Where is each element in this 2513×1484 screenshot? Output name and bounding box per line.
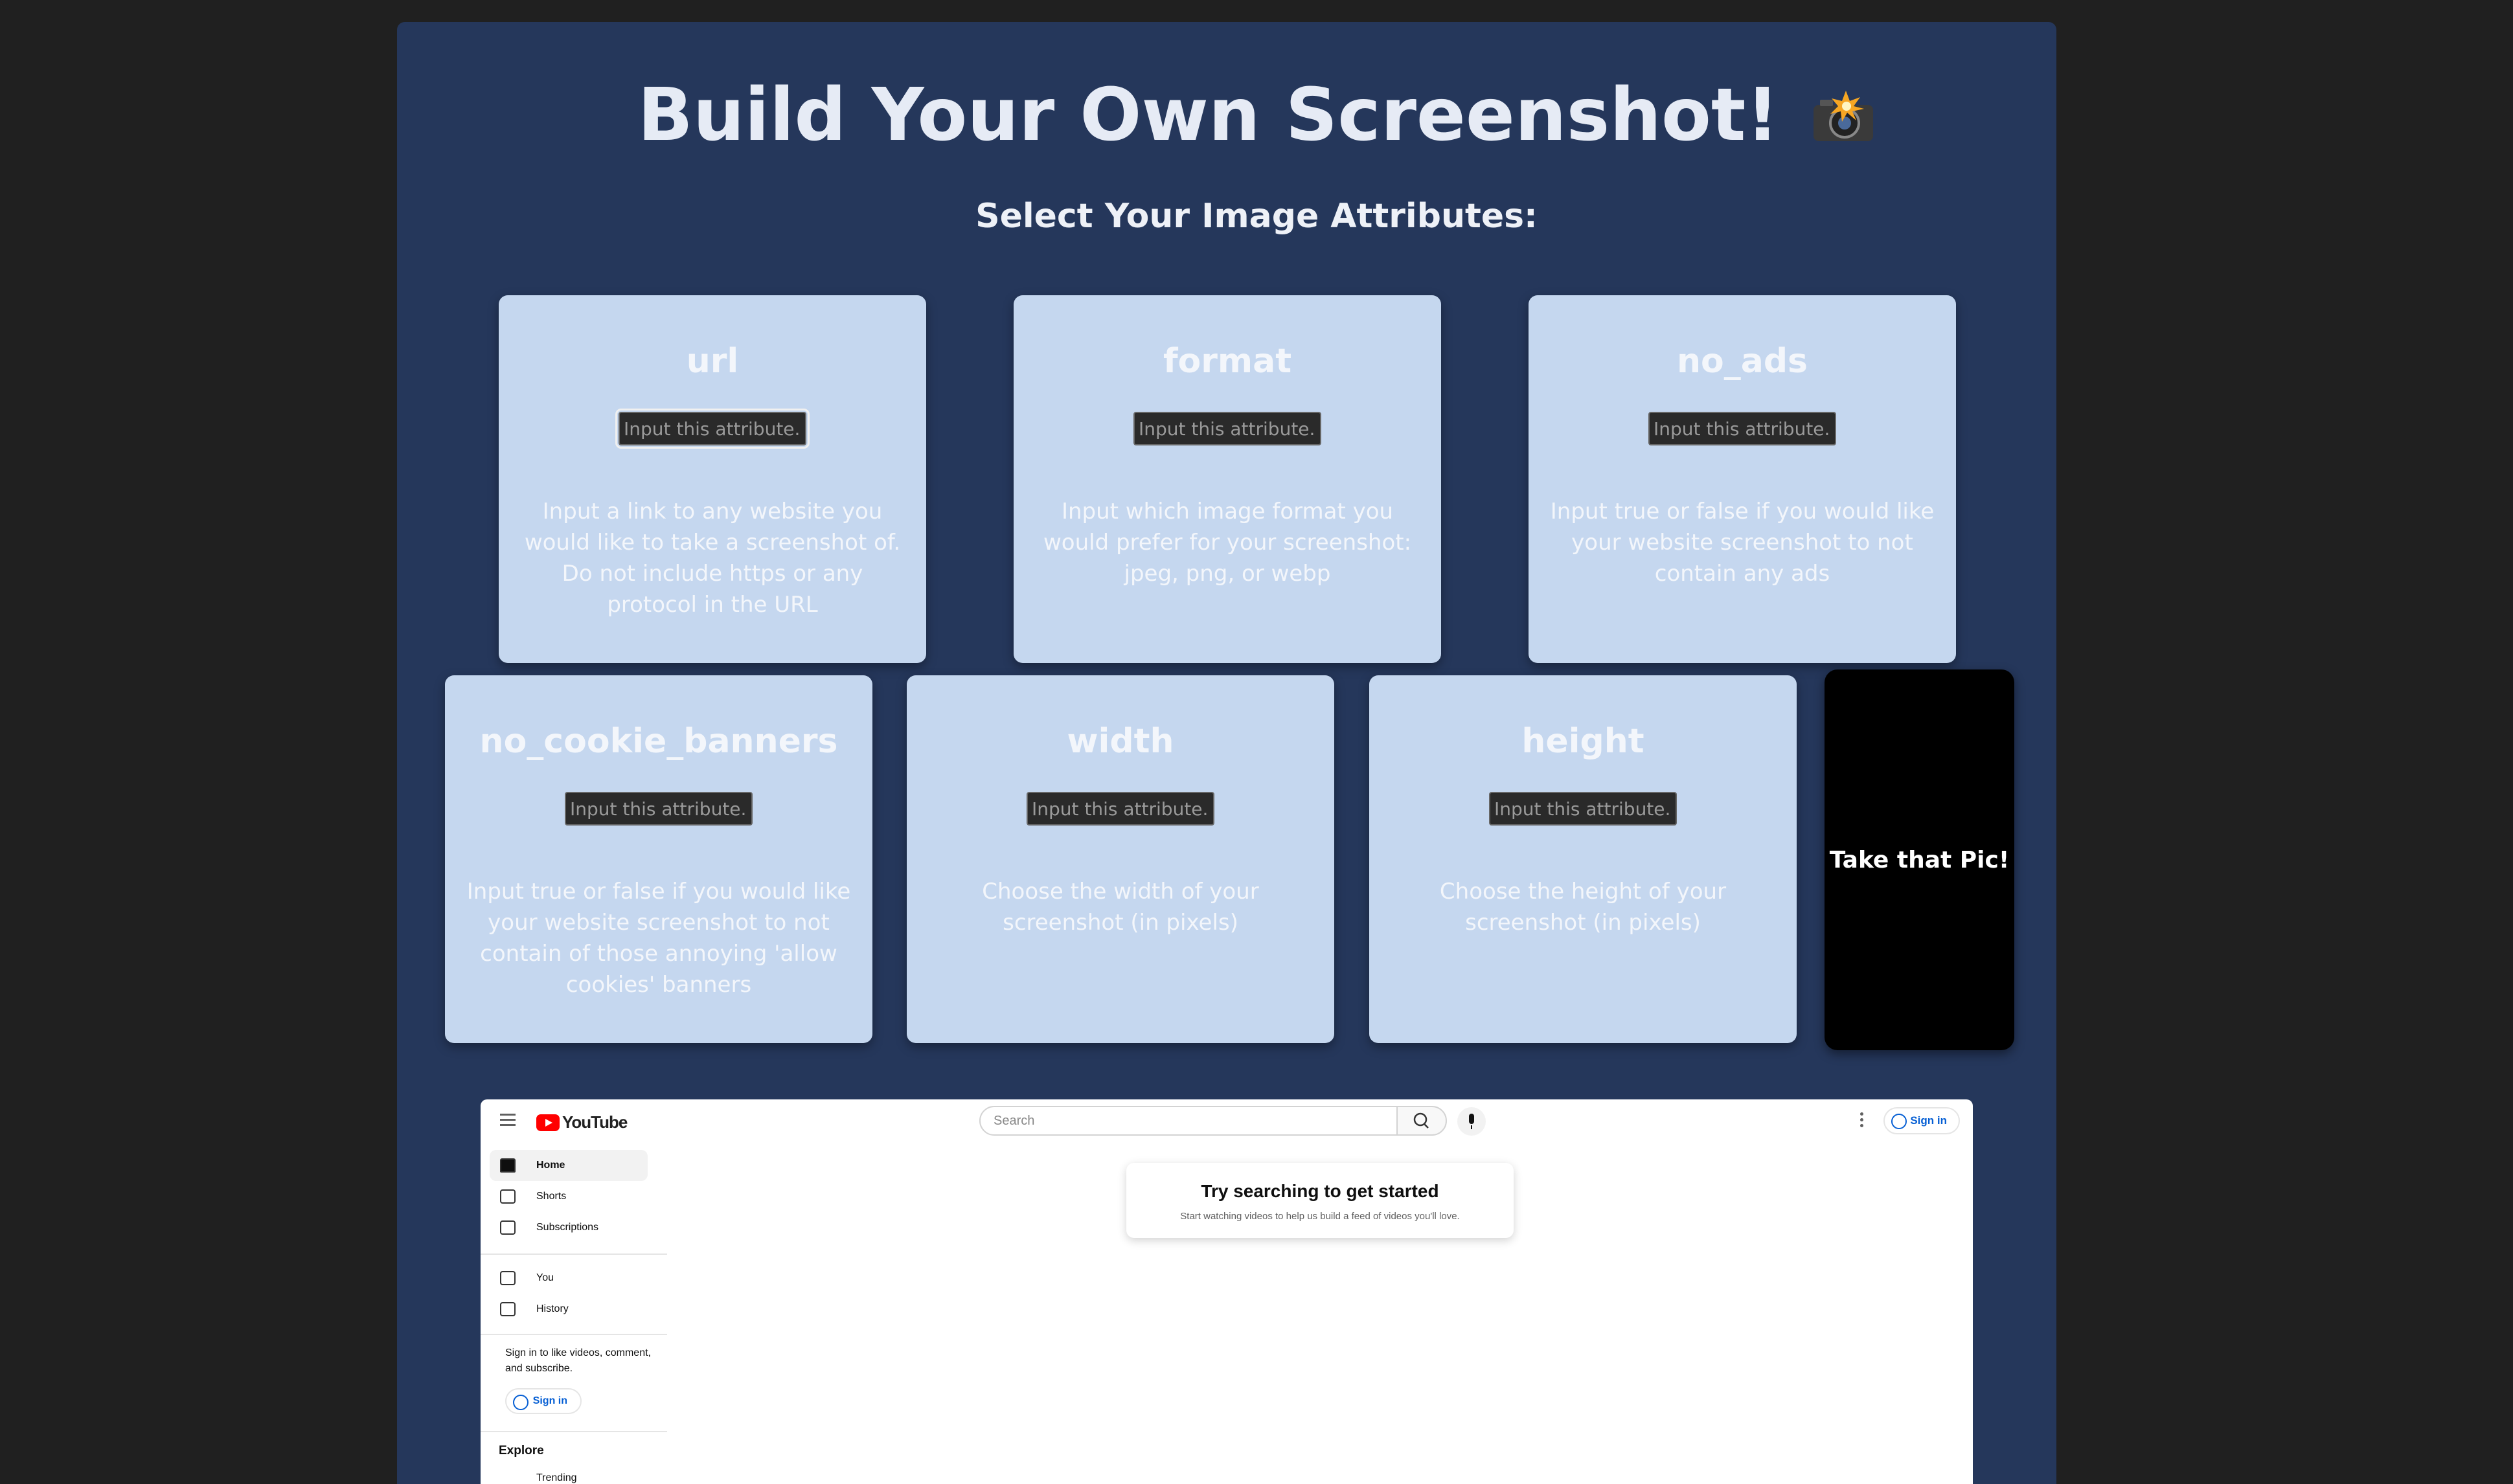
menu-icon <box>500 1114 516 1127</box>
attribute-description: Input true or false if you would like yo… <box>1550 499 1935 587</box>
microphone-icon <box>1457 1107 1486 1136</box>
sidebar-item-trending: Trending <box>536 1472 577 1483</box>
no-cookie-banners-input[interactable] <box>565 792 753 826</box>
attribute-name: url <box>686 342 739 381</box>
preview-sidebar: Home Shorts Subscriptions You History Si… <box>481 1142 667 1484</box>
more-options-icon <box>1860 1112 1864 1129</box>
youtube-logo: YouTube <box>536 1112 628 1132</box>
search-icon <box>1396 1106 1447 1136</box>
youtube-play-icon <box>536 1114 560 1131</box>
no-ads-input[interactable] <box>1648 412 1836 445</box>
page-title-text: Build Your Own Screenshot! <box>637 73 1779 157</box>
preview-search-box: Search <box>979 1106 1398 1136</box>
sign-in-label: Sign in <box>532 1395 567 1406</box>
sidebar-divider <box>481 1431 667 1432</box>
preview-header: YouTube Search Sign in <box>481 1099 1973 1142</box>
attribute-card-url: url Input a link to any website you woul… <box>499 295 926 663</box>
sidebar-divider <box>481 1334 667 1335</box>
screenshot-preview: YouTube Search Sign in Home Shorts Subsc… <box>481 1099 1973 1484</box>
format-input[interactable] <box>1133 412 1321 445</box>
sidebar-item-label: History <box>536 1303 569 1314</box>
empty-feed-card: Try searching to get started Start watch… <box>1126 1163 1514 1238</box>
attribute-name: format <box>1163 342 1292 381</box>
attribute-description: Choose the height of your screenshot (in… <box>1439 879 1727 936</box>
explore-heading: Explore <box>499 1444 544 1457</box>
page-title: Build Your Own Screenshot! <box>0 70 2513 161</box>
preview-sign-in-button: Sign in <box>1883 1107 1960 1134</box>
attribute-name: width <box>1067 722 1174 761</box>
attributes-heading: Select Your Image Attributes: <box>975 197 1538 236</box>
attribute-card-no-ads: no_ads Input true or false if you would … <box>1529 295 1956 663</box>
sign-in-label: Sign in <box>1910 1114 1947 1127</box>
take-pic-button[interactable]: Take that Pic! <box>1825 669 2014 1050</box>
attribute-description: Input a link to any website you would li… <box>524 499 901 618</box>
subscriptions-icon <box>500 1220 516 1235</box>
youtube-logo-text: YouTube <box>562 1112 628 1132</box>
attribute-card-width: width Choose the width of your screensho… <box>907 675 1334 1043</box>
sidebar-item-home: Home <box>490 1150 648 1181</box>
sidebar-item-shorts: Shorts <box>490 1181 648 1212</box>
sidebar-item-label: Shorts <box>536 1191 567 1202</box>
attribute-name: height <box>1521 722 1644 761</box>
attribute-card-no-cookie-banners: no_cookie_banners Input true or false if… <box>445 675 872 1043</box>
attribute-card-height: height Choose the height of your screens… <box>1369 675 1797 1043</box>
sidebar-item-label: You <box>536 1272 554 1283</box>
sign-in-prompt: Sign in to like videos, comment, and sub… <box>505 1347 651 1374</box>
account-icon <box>1891 1114 1907 1129</box>
sidebar-divider <box>481 1254 667 1255</box>
history-icon <box>500 1302 516 1316</box>
sidebar-item-you: You <box>490 1263 648 1294</box>
attribute-description: Input which image format you would prefe… <box>1043 499 1412 587</box>
sidebar-item-subscriptions: Subscriptions <box>490 1212 648 1243</box>
attribute-name: no_ads <box>1676 342 1808 381</box>
width-input[interactable] <box>1027 792 1214 826</box>
attribute-description: Input true or false if you would like yo… <box>466 879 851 998</box>
home-icon <box>500 1158 516 1173</box>
url-input[interactable] <box>615 409 810 449</box>
empty-feed-title: Try searching to get started <box>1201 1181 1439 1201</box>
attribute-description: Choose the width of your screenshot (in … <box>982 879 1259 936</box>
account-icon <box>513 1395 529 1410</box>
sidebar-item-label: Subscriptions <box>536 1222 599 1233</box>
height-input[interactable] <box>1489 792 1677 826</box>
sidebar-item-history: History <box>490 1294 648 1325</box>
shorts-icon <box>500 1189 516 1204</box>
sidebar-sign-in-button: Sign in <box>505 1388 582 1414</box>
you-icon <box>500 1271 516 1285</box>
sidebar-item-label: Home <box>536 1160 565 1171</box>
camera-flash-icon <box>1811 73 1876 141</box>
empty-feed-subtitle: Start watching videos to help us build a… <box>1180 1211 1460 1222</box>
attribute-card-format: format Input which image format you woul… <box>1014 295 1441 663</box>
attribute-name: no_cookie_banners <box>479 722 838 761</box>
